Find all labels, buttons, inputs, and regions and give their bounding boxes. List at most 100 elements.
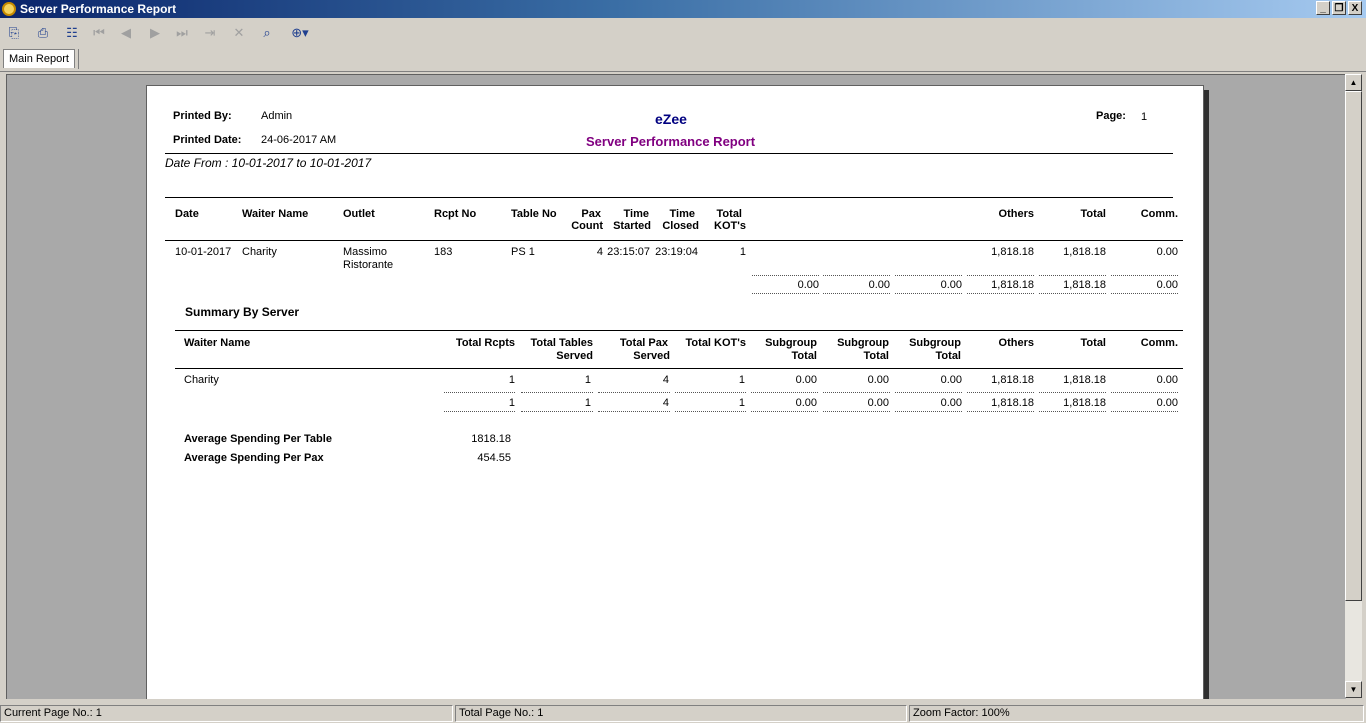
sum-total-others: 1,818.18 xyxy=(991,397,1034,409)
detail-total-sg3: 0.00 xyxy=(940,279,962,291)
status-bar: Current Page No.: 1 Total Page No.: 1 Zo… xyxy=(0,704,1366,723)
sum-col-rcpts: Total Rcpts xyxy=(455,337,515,349)
sum-total-sg3: 0.00 xyxy=(940,397,962,409)
row-started: 23:15:07 xyxy=(607,246,650,258)
scroll-thumb[interactable] xyxy=(1345,91,1362,601)
avg-pax-label: Average Spending Per Pax xyxy=(184,452,324,464)
export-icon[interactable]: ⎘ xyxy=(5,24,23,42)
print-icon[interactable]: ⎙ xyxy=(34,24,52,42)
report-page: Printed By: Admin Printed Date: 24-06-20… xyxy=(146,85,1204,699)
col-comm: Comm. xyxy=(1140,208,1178,220)
printed-by-value: Admin xyxy=(261,110,293,122)
prev-page-icon[interactable]: ◀ xyxy=(117,24,135,42)
col-pax-2: Count xyxy=(571,220,603,232)
col-rcpt: Rcpt No xyxy=(434,208,477,220)
col-closed-1: Time xyxy=(669,208,695,220)
row-pax: 4 xyxy=(596,246,603,258)
printed-date-value: 24-06-2017 AM xyxy=(261,134,337,146)
report-viewer: Printed By: Admin Printed Date: 24-06-20… xyxy=(6,74,1346,699)
summary-top-line xyxy=(175,330,1183,331)
detail-total-sg2: 0.00 xyxy=(868,279,890,291)
sum-col-sg2-2: Total xyxy=(863,350,889,362)
row-total: 1,818.18 xyxy=(1063,246,1106,258)
page-label: Page: xyxy=(1096,110,1126,122)
sum-row-tables: 1 xyxy=(584,374,591,386)
printed-date-label: Printed Date: xyxy=(173,134,242,146)
scroll-down-icon[interactable]: ▼ xyxy=(1345,681,1362,698)
sum-col-comm: Comm. xyxy=(1140,337,1178,349)
sum-row-rcpts: 1 xyxy=(508,374,515,386)
date-range: Date From : 10-01-2017 to 10-01-2017 xyxy=(165,156,372,170)
first-page-icon[interactable]: ⏮ xyxy=(90,24,108,42)
sum-row-total: 1,818.18 xyxy=(1063,374,1106,386)
close-button[interactable]: X xyxy=(1348,1,1362,15)
detail-total-comm: 0.00 xyxy=(1156,279,1178,291)
goto-page-icon[interactable]: ⇥ xyxy=(201,24,219,42)
sum-row-sg2: 0.00 xyxy=(867,374,889,386)
zoom-icon[interactable]: ⊕▾ xyxy=(286,24,314,42)
detail-top-line xyxy=(165,197,1173,198)
sum-col-tables-2: Served xyxy=(556,350,593,362)
sum-row-waiter: Charity xyxy=(184,374,219,386)
sum-col-waiter: Waiter Name xyxy=(184,337,251,349)
tab-separator xyxy=(78,49,79,69)
sum-col-sg1-1: Subgroup xyxy=(765,337,817,349)
summary-title: Summary By Server xyxy=(185,305,300,319)
sum-row-pax: 4 xyxy=(662,374,669,386)
avg-table-label: Average Spending Per Table xyxy=(184,433,332,445)
row-others: 1,818.18 xyxy=(991,246,1034,258)
sum-col-sg1-2: Total xyxy=(791,350,817,362)
avg-pax-value: 454.55 xyxy=(477,452,511,464)
sum-total-sg1: 0.00 xyxy=(795,397,817,409)
col-started-1: Time xyxy=(623,208,649,220)
status-current-page: Current Page No.: 1 xyxy=(0,705,453,722)
sum-total-rcpts: 1 xyxy=(508,397,515,409)
minimize-button[interactable]: _ xyxy=(1316,1,1330,15)
sum-total-tables: 1 xyxy=(584,397,591,409)
sum-total-total: 1,818.18 xyxy=(1063,397,1106,409)
detail-total-others: 1,818.18 xyxy=(991,279,1034,291)
row-outlet-1: Massimo xyxy=(343,246,388,258)
sum-total-kots: 1 xyxy=(738,397,745,409)
sum-row-sg1: 0.00 xyxy=(795,374,817,386)
restore-button[interactable]: ❐ xyxy=(1332,1,1346,15)
group-tree-icon[interactable]: ☷ xyxy=(63,24,81,42)
tab-strip: Main Report xyxy=(0,47,1366,72)
col-table: Table No xyxy=(511,208,557,220)
window-title-bar: Server Performance Report _ ❐ X xyxy=(0,0,1366,18)
sum-row-sg3: 0.00 xyxy=(940,374,962,386)
col-kot-1: Total xyxy=(716,208,742,220)
sum-col-kots: Total KOT's xyxy=(685,337,746,349)
next-page-icon[interactable]: ▶ xyxy=(146,24,164,42)
sum-col-sg3-1: Subgroup xyxy=(909,337,961,349)
status-zoom: Zoom Factor: 100% xyxy=(909,705,1364,722)
window-title: Server Performance Report xyxy=(20,2,177,16)
scroll-up-icon[interactable]: ▲ xyxy=(1345,74,1362,91)
row-closed: 23:19:04 xyxy=(655,246,698,258)
last-page-icon[interactable]: ⏭ xyxy=(173,24,191,42)
company-name: eZee xyxy=(655,111,687,127)
detail-header-line xyxy=(165,240,1183,241)
search-icon[interactable]: ⌕ xyxy=(258,24,276,42)
sum-total-comm: 0.00 xyxy=(1156,397,1178,409)
sum-col-sg3-2: Total xyxy=(935,350,961,362)
sum-row-others: 1,818.18 xyxy=(991,374,1034,386)
stop-icon[interactable]: ✕ xyxy=(230,24,248,42)
sum-col-others: Others xyxy=(998,337,1034,349)
col-date: Date xyxy=(175,208,199,220)
detail-total-sg1: 0.00 xyxy=(797,279,819,291)
col-kot-2: KOT's xyxy=(714,220,746,232)
report-toolbar: ⎘ ⎙ ☷ ⏮ ◀ ▶ ⏭ ⇥ ✕ ⌕ ⊕▾ xyxy=(0,19,1366,47)
status-total-page: Total Page No.: 1 xyxy=(455,705,907,722)
row-rcpt: 183 xyxy=(434,246,453,258)
col-waiter: Waiter Name xyxy=(242,208,309,220)
sum-col-pax-1: Total Pax xyxy=(619,337,668,349)
col-closed-2: Closed xyxy=(662,220,699,232)
summary-header-line xyxy=(175,368,1183,369)
tab-main-report[interactable]: Main Report xyxy=(3,49,75,68)
row-waiter: Charity xyxy=(242,246,277,258)
sum-col-sg2-1: Subgroup xyxy=(837,337,889,349)
vertical-scrollbar[interactable]: ▲ ▼ xyxy=(1345,74,1362,698)
sum-col-tables-1: Total Tables xyxy=(530,337,593,349)
row-date: 10-01-2017 xyxy=(175,246,232,258)
